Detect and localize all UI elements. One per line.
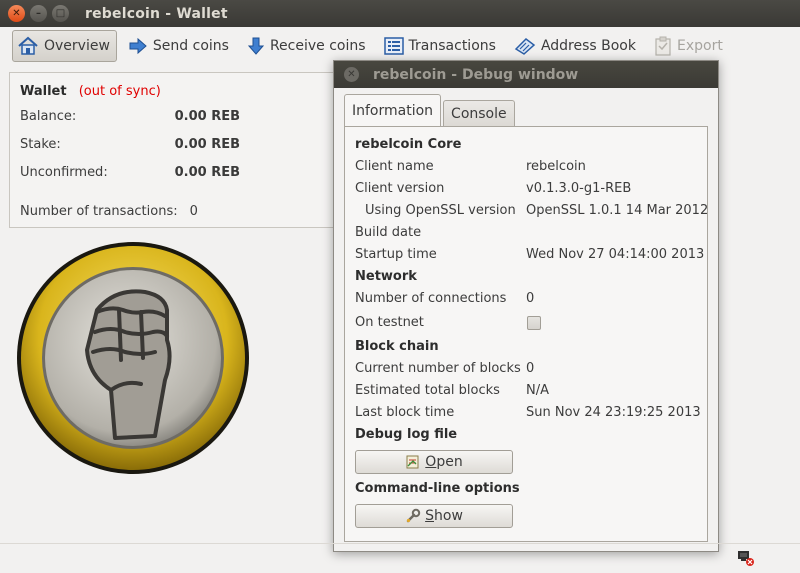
testnet-label: On testnet bbox=[355, 315, 424, 330]
open-debug-log-button[interactable]: Open bbox=[355, 450, 513, 474]
client-version-label: Client version bbox=[355, 181, 445, 196]
wrench-icon bbox=[406, 508, 421, 523]
tab-information[interactable]: Information bbox=[344, 94, 442, 126]
connections-value: 0 bbox=[526, 291, 535, 306]
debug-title: rebelcoin - Debug window bbox=[373, 66, 579, 83]
build-date-label: Build date bbox=[355, 225, 422, 240]
transaction-count-row: Number of transactions: 0 bbox=[20, 204, 198, 219]
maximize-window-button[interactable]: □ bbox=[52, 5, 69, 22]
transaction-count-value: 0 bbox=[189, 204, 198, 219]
startup-time-value: Wed Nov 27 04:14:00 2013 bbox=[526, 247, 705, 262]
send-coins-label: Send coins bbox=[152, 38, 229, 54]
transaction-count-label: Number of transactions: bbox=[20, 204, 178, 219]
debug-titlebar: ✕ rebelcoin - Debug window bbox=[334, 61, 718, 88]
information-pane: rebelcoin Core Client name rebelcoin Cli… bbox=[344, 126, 708, 542]
list-icon bbox=[383, 37, 404, 55]
client-version-value: v0.1.3.0-g1-REB bbox=[526, 181, 632, 196]
receive-coins-button[interactable]: Receive coins bbox=[242, 30, 373, 62]
debug-close-button[interactable]: ✕ bbox=[344, 67, 359, 82]
debug-window: ✕ rebelcoin - Debug window Information C… bbox=[333, 60, 719, 552]
openssl-label: Using OpenSSL version bbox=[365, 203, 516, 218]
network-heading: Network bbox=[355, 269, 417, 284]
wallet-title: Wallet bbox=[20, 84, 67, 99]
export-label: Export bbox=[676, 38, 723, 54]
unconfirmed-row: Unconfirmed: 0.00 REB bbox=[20, 165, 240, 180]
arrow-down-icon bbox=[247, 37, 265, 55]
address-book-label: Address Book bbox=[540, 38, 636, 54]
close-window-button[interactable]: ✕ bbox=[8, 5, 25, 22]
last-block-value: Sun Nov 24 23:19:25 2013 bbox=[526, 405, 701, 420]
balance-value: 0.00 REB bbox=[174, 109, 240, 124]
connections-label: Number of connections bbox=[355, 291, 507, 306]
overview-button[interactable]: Overview bbox=[12, 30, 117, 62]
estimated-blocks-label: Estimated total blocks bbox=[355, 383, 500, 398]
transactions-label: Transactions bbox=[408, 38, 496, 54]
testnet-checkbox[interactable] bbox=[527, 316, 541, 330]
arrow-right-icon bbox=[129, 37, 147, 55]
unconfirmed-value: 0.00 REB bbox=[174, 165, 240, 180]
stake-label: Stake: bbox=[20, 137, 61, 152]
blocks-label: Current number of blocks bbox=[355, 361, 521, 376]
network-disconnected-icon bbox=[738, 551, 754, 566]
balance-row: Balance: 0.00 REB bbox=[20, 109, 240, 124]
openssl-value: OpenSSL 1.0.1 14 Mar 2012 bbox=[526, 203, 709, 218]
client-name-value: rebelcoin bbox=[526, 159, 586, 174]
estimated-blocks-value: N/A bbox=[526, 383, 549, 398]
sync-status: (out of sync) bbox=[78, 84, 161, 99]
show-button-mnemonic: S bbox=[425, 508, 434, 524]
address-book-button[interactable]: Address Book bbox=[509, 30, 643, 62]
overview-label: Overview bbox=[44, 38, 110, 54]
wallet-summary-panel: Wallet (out of sync) Balance: 0.00 REB S… bbox=[9, 72, 369, 228]
address-book-icon bbox=[514, 38, 536, 55]
open-button-label: pen bbox=[436, 454, 463, 470]
send-coins-button[interactable]: Send coins bbox=[123, 30, 236, 62]
minimize-window-button[interactable]: – bbox=[30, 5, 47, 22]
blocks-value: 0 bbox=[526, 361, 535, 376]
wallet-header: Wallet (out of sync) bbox=[20, 84, 161, 99]
core-heading: rebelcoin Core bbox=[355, 137, 462, 152]
clipboard-icon bbox=[655, 36, 671, 56]
home-icon bbox=[18, 36, 38, 55]
last-block-label: Last block time bbox=[355, 405, 455, 420]
tab-console[interactable]: Console bbox=[443, 100, 515, 126]
debug-tabs: Information Console bbox=[344, 94, 517, 126]
receive-coins-label: Receive coins bbox=[269, 38, 366, 54]
debug-log-heading: Debug log file bbox=[355, 427, 458, 442]
transactions-button[interactable]: Transactions bbox=[379, 30, 503, 62]
show-button-label: how bbox=[434, 508, 463, 524]
unconfirmed-label: Unconfirmed: bbox=[20, 165, 108, 180]
stake-row: Stake: 0.00 REB bbox=[20, 137, 240, 152]
command-line-heading: Command-line options bbox=[355, 481, 520, 496]
rebelcoin-logo bbox=[17, 242, 249, 474]
export-button[interactable]: Export bbox=[649, 30, 730, 62]
client-name-label: Client name bbox=[355, 159, 434, 174]
blockchain-heading: Block chain bbox=[355, 339, 439, 354]
window-title: rebelcoin - Wallet bbox=[85, 5, 228, 22]
balance-label: Balance: bbox=[20, 109, 77, 124]
window-titlebar: ✕ – □ rebelcoin - Wallet bbox=[0, 0, 800, 27]
open-button-mnemonic: O bbox=[425, 454, 437, 470]
show-options-button[interactable]: Show bbox=[355, 504, 513, 528]
document-icon bbox=[406, 455, 419, 469]
status-bar bbox=[0, 543, 800, 573]
startup-time-label: Startup time bbox=[355, 247, 437, 262]
stake-value: 0.00 REB bbox=[174, 137, 240, 152]
